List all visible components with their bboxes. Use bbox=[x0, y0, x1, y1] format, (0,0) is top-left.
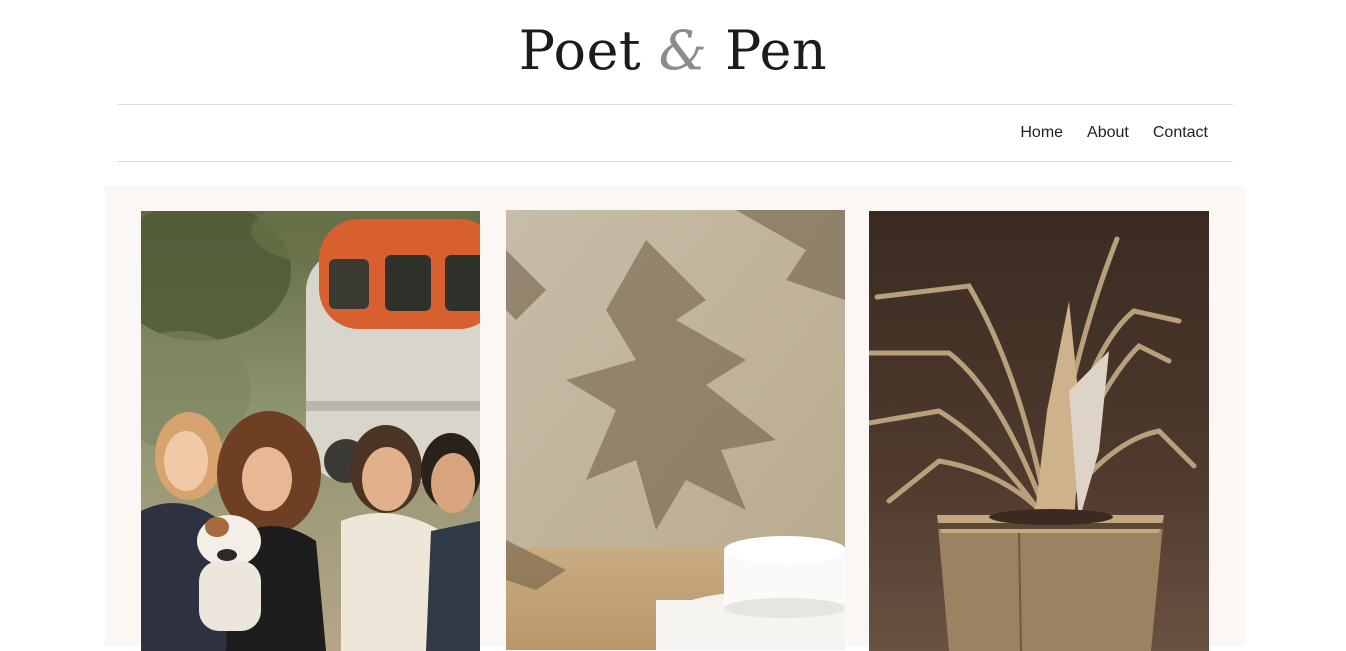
friends-with-dog-photo[interactable] bbox=[141, 211, 480, 651]
logo-word-pen: Pen bbox=[725, 19, 828, 82]
nav-home-link[interactable]: Home bbox=[1020, 124, 1063, 142]
logo-ampersand: & bbox=[658, 19, 708, 82]
header-divider-bottom bbox=[117, 161, 1233, 162]
cardboard-plant-photo[interactable] bbox=[869, 211, 1209, 651]
logo-word-poet: Poet bbox=[518, 19, 642, 82]
photo-gallery bbox=[105, 186, 1245, 651]
nav-about-link[interactable]: About bbox=[1087, 124, 1129, 142]
site-logo[interactable]: Poet & Pen bbox=[0, 14, 1346, 88]
nav-contact-link[interactable]: Contact bbox=[1153, 124, 1208, 142]
leaf-shadow-pedestal-photo[interactable] bbox=[506, 210, 845, 650]
main-nav: Home About Contact bbox=[1020, 105, 1208, 161]
site-header: Poet & Pen bbox=[0, 0, 1346, 104]
